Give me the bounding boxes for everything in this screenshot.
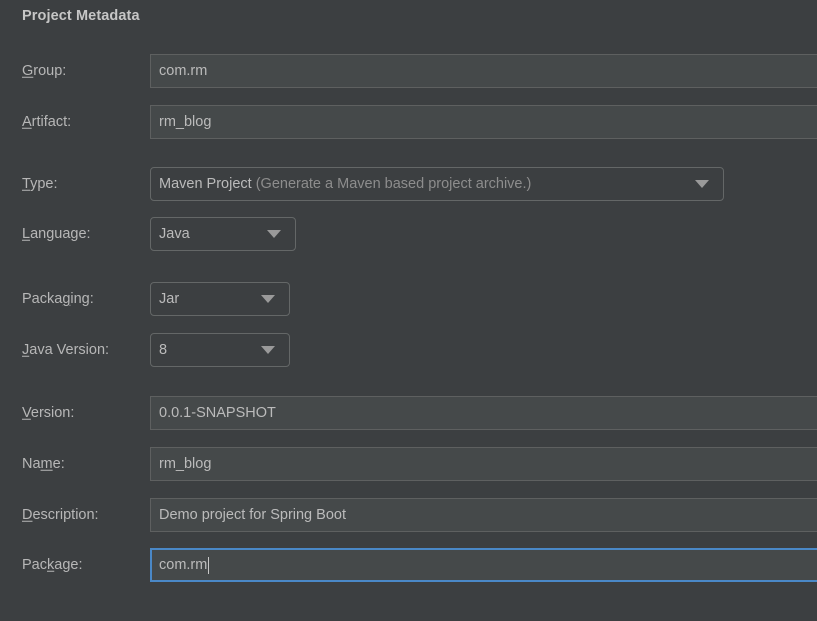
chevron-down-icon[interactable] xyxy=(261,346,275,354)
type-select-value: Maven Project (Generate a Maven based pr… xyxy=(159,176,685,192)
group-input-value: com.rm xyxy=(159,63,208,79)
text-caret xyxy=(208,556,210,574)
language-select-value: Java xyxy=(159,226,190,242)
version-input-value: 0.0.1-SNAPSHOT xyxy=(159,405,276,421)
package-label-text: age: xyxy=(54,556,83,573)
type-label-text: ype: xyxy=(30,175,58,192)
name-label-mnemonic: m xyxy=(40,455,53,472)
form-row-packaging: Packaging: Jar xyxy=(0,282,817,316)
form-row-description: Description: Demo project for Spring Boo… xyxy=(0,498,817,532)
java-version-select-value: 8 xyxy=(159,342,168,358)
type-select-hint: (Generate a Maven based project archive.… xyxy=(251,176,532,192)
type-label: Type: xyxy=(22,177,57,192)
chevron-down-icon[interactable] xyxy=(261,295,275,303)
project-metadata-panel: Project Metadata Group: com.rm Artifact:… xyxy=(0,0,817,621)
artifact-label: Artifact: xyxy=(22,115,71,130)
packaging-label-text: ing: xyxy=(70,290,94,307)
group-label-mnemonic: G xyxy=(22,62,34,79)
version-label: Version: xyxy=(22,406,74,421)
description-label-mnemonic: D xyxy=(22,506,33,523)
form-row-artifact: Artifact: rm_blog xyxy=(0,105,817,139)
package-input-value: com.rm xyxy=(159,557,208,573)
artifact-label-mnemonic: A xyxy=(22,113,32,130)
type-select-main: Maven Project xyxy=(159,176,252,192)
packaging-select[interactable]: Jar xyxy=(150,282,290,316)
packaging-select-value: Jar xyxy=(159,291,180,307)
package-label: Package: xyxy=(22,558,82,573)
page-title: Project Metadata xyxy=(22,8,140,24)
java-version-select[interactable]: 8 xyxy=(150,333,290,367)
form-row-name: Name: rm_blog xyxy=(0,447,817,481)
language-label-text: anguage: xyxy=(30,225,91,242)
version-label-text: ersion: xyxy=(30,404,75,421)
artifact-label-text: rtifact: xyxy=(31,113,72,130)
language-label: Language: xyxy=(22,227,91,242)
name-input[interactable]: rm_blog xyxy=(150,447,817,481)
name-input-value: rm_blog xyxy=(159,456,212,472)
form-row-java-version: Java Version: 8 xyxy=(0,333,817,367)
group-label-text: roup: xyxy=(33,62,67,79)
form-row-group: Group: com.rm xyxy=(0,54,817,88)
version-label-mnemonic: V xyxy=(22,404,31,421)
form-row-version: Version: 0.0.1-SNAPSHOT xyxy=(0,396,817,430)
packaging-label: Packaging: xyxy=(22,292,94,307)
type-select[interactable]: Maven Project (Generate a Maven based pr… xyxy=(150,167,724,201)
description-input-value: Demo project for Spring Boot xyxy=(159,507,346,523)
description-input[interactable]: Demo project for Spring Boot xyxy=(150,498,817,532)
name-label-pre: Na xyxy=(22,455,41,472)
packaging-label-pre: Packa xyxy=(22,290,63,307)
package-input[interactable]: com.rm xyxy=(150,548,817,582)
artifact-input-value: rm_blog xyxy=(159,114,212,130)
description-label: Description: xyxy=(22,508,99,523)
group-input[interactable]: com.rm xyxy=(150,54,817,88)
artifact-input[interactable]: rm_blog xyxy=(150,105,817,139)
description-label-text: escription: xyxy=(32,506,99,523)
form-row-type: Type: Maven Project (Generate a Maven ba… xyxy=(0,167,817,201)
form-row-language: Language: Java xyxy=(0,217,817,251)
version-input[interactable]: 0.0.1-SNAPSHOT xyxy=(150,396,817,430)
language-select[interactable]: Java xyxy=(150,217,296,251)
java-version-label: Java Version: xyxy=(22,343,109,358)
chevron-down-icon[interactable] xyxy=(267,230,281,238)
chevron-down-icon[interactable] xyxy=(695,180,709,188)
type-label-mnemonic: T xyxy=(22,175,31,192)
language-label-mnemonic: L xyxy=(22,225,31,242)
name-label: Name: xyxy=(22,457,65,472)
java-version-label-text: ava Version: xyxy=(29,341,110,358)
package-label-pre: Pac xyxy=(22,556,47,573)
name-label-text: e: xyxy=(52,455,65,472)
form-row-package: Package: com.rm xyxy=(0,548,817,582)
group-label: Group: xyxy=(22,64,66,79)
